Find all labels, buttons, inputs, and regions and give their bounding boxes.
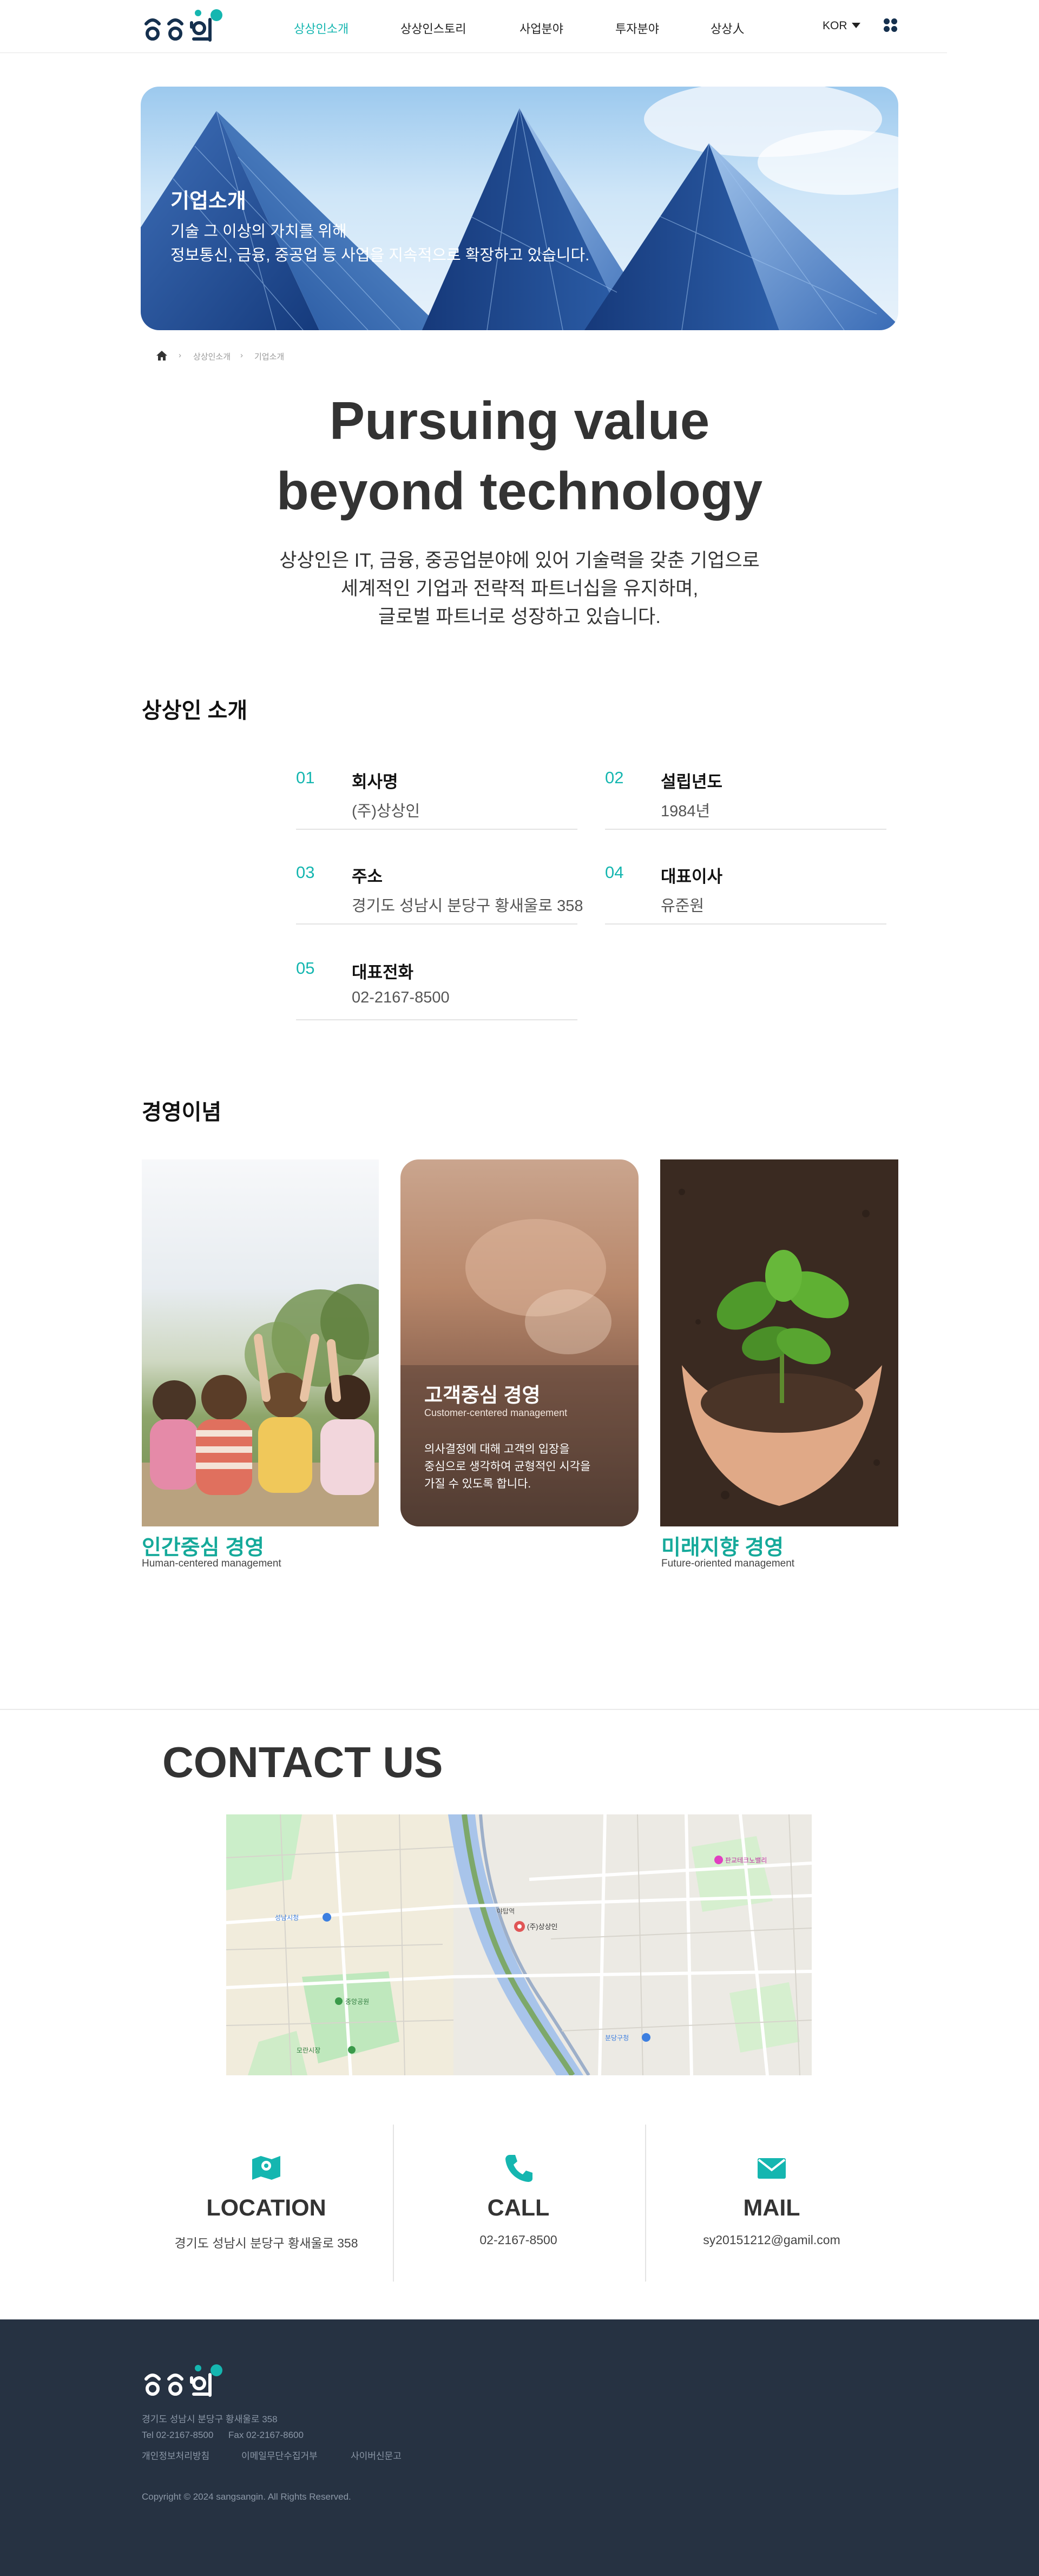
chevron-down-icon	[851, 23, 860, 28]
contact-location-title: LOCATION	[206, 2195, 326, 2221]
hero-subtitle: 기술 그 이상의 가치를 위해 정보통신, 금융, 중공업 등 사업을 지속적으…	[170, 220, 589, 267]
hero-subtitle-line2: 정보통신, 금융, 중공업 등 사업을 지속적으로 확장하고 있습니다.	[170, 247, 590, 264]
footer-tel: Tel 02-2167-8500	[142, 2430, 214, 2440]
home-icon[interactable]	[155, 350, 168, 362]
info-num: 05	[296, 959, 315, 978]
contact-mail-value: sy20151212@gamil.com	[703, 2233, 840, 2247]
info-num: 03	[296, 863, 315, 882]
info-value: 경기도 성남시 분당구 황새울로 358	[352, 897, 583, 915]
contact-call-title: CALL	[487, 2195, 550, 2221]
card-image-future	[660, 1159, 898, 1526]
contact-location: LOCATION 경기도 성남시 분당구 황새울로 358	[136, 2125, 396, 2282]
footer-logo[interactable]	[142, 2363, 223, 2397]
card-title-customer: 고객중심 경영	[424, 1384, 541, 1406]
info-label: 대표전화	[352, 963, 414, 982]
hero-title: 기업소개	[170, 190, 246, 213]
philosophy-section-title: 경영이념	[142, 1100, 222, 1124]
card-desc-line1: 의사결정에 대해 고객의 입장을	[424, 1443, 570, 1456]
map-icon	[252, 2156, 280, 2180]
info-num: 01	[296, 768, 315, 787]
intro-line3: 글로벌 파트너로 성장하고 있습니다.	[378, 606, 661, 627]
language-selector[interactable]: KOR	[823, 19, 860, 32]
contact-mail[interactable]: MAIL sy20151212@gamil.com	[642, 2125, 902, 2282]
section-divider	[0, 1709, 1039, 1710]
map-marker-label: (주)상상인	[527, 1923, 558, 1931]
card-subtitle-customer: Customer-centered management	[424, 1407, 568, 1418]
info-value: 1984년	[661, 803, 711, 820]
hero-banner: 기업소개 기술 그 이상의 가치를 위해 정보통신, 금융, 중공업 등 사업을…	[141, 87, 898, 330]
info-item-address: 03 주소 경기도 성남시 분당구 황새울로 358	[296, 843, 583, 925]
contact-call-value: 02-2167-8500	[479, 2233, 557, 2247]
map-label-station: 야탑역	[497, 1908, 515, 1915]
footer-link-email-policy[interactable]: 이메일무단수집거부	[241, 2448, 318, 2462]
info-label: 주소	[352, 867, 383, 886]
contact-location-value: 경기도 성남시 분당구 황새울로 358	[174, 2236, 358, 2250]
site-header: 상상인소개 상상인스토리 사업분야 투자분야 상상人 KOR	[0, 0, 947, 53]
map-label-gu-office: 분당구청	[605, 2034, 629, 2042]
nav-item-investment[interactable]: 투자분야	[615, 19, 659, 37]
breadcrumb-item-1[interactable]: 상상인소개	[193, 351, 231, 362]
map-label-market: 모란시장	[297, 2047, 321, 2054]
info-value: (주)상상인	[352, 803, 420, 820]
card-customer-active[interactable]: 고객중심 경영 Customer-centered management 의사결…	[400, 1159, 639, 1526]
contact-title: CONTACT US	[162, 1738, 443, 1786]
nav-item-story[interactable]: 상상인스토리	[400, 19, 466, 37]
headline-line1: Pursuing value	[329, 391, 710, 450]
info-item-ceo: 04 대표이사 유준원	[605, 843, 886, 925]
menu-grid-icon[interactable]	[884, 18, 898, 32]
card-image-human	[142, 1159, 379, 1526]
children-photo	[142, 1284, 379, 1526]
info-label: 설립년도	[661, 772, 723, 791]
card-subtitle-future: Future-oriented management	[661, 1558, 795, 1569]
card-desc-customer: 의사결정에 대해 고객의 입장을 중심으로 생각하여 균형적인 시각을 가질 수…	[424, 1441, 590, 1493]
footer-fax: Fax 02-2167-8600	[228, 2430, 304, 2440]
info-item-founded: 02 설립년도 1984년	[605, 749, 886, 830]
info-item-phone: 05 대표전화 02-2167-8500	[296, 939, 577, 1020]
info-num: 02	[605, 768, 624, 787]
info-value: 유준원	[661, 897, 705, 915]
map-label-city-hall: 성남시청	[275, 1914, 299, 1922]
footer-address: 경기도 성남시 분당구 황새울로 358	[142, 2414, 278, 2424]
footer-link-cyber-petition[interactable]: 사이버신문고	[351, 2448, 402, 2462]
footer-link-privacy[interactable]: 개인정보처리방침	[142, 2448, 209, 2462]
intro-line1: 상상인은 IT, 금융, 중공업분야에 있어 기술력을 갖춘 기업으로	[279, 550, 760, 571]
breadcrumb-separator-icon: ›	[179, 351, 181, 360]
intro-line2: 세계적인 기업과 전략적 파트너십을 유지하며,	[340, 578, 699, 599]
info-label: 대표이사	[661, 867, 723, 886]
info-num: 04	[605, 863, 624, 882]
nav-item-business[interactable]: 사업분야	[520, 19, 563, 37]
location-map[interactable]: (주)상상인 성남시청 판교테크노밸리 분당구청 중앙공원 모란시장 야탑역	[226, 1814, 812, 2075]
nav-item-about[interactable]: 상상인소개	[294, 19, 348, 37]
phone-icon	[505, 2155, 532, 2182]
nav-item-people[interactable]: 상상人	[711, 19, 744, 37]
breadcrumb-separator-icon: ›	[240, 351, 243, 360]
contact-mail-title: MAIL	[743, 2195, 800, 2221]
info-label: 회사명	[352, 772, 398, 791]
site-footer: 경기도 성남시 분당구 황새울로 358 Tel 02-2167-8500 Fa…	[0, 2319, 1039, 2576]
breadcrumb-item-2[interactable]: 기업소개	[254, 351, 284, 362]
about-section-title: 상상인 소개	[142, 699, 248, 723]
sprout-photo	[660, 1159, 898, 1526]
footer-copyright: Copyright © 2024 sangsangin. All Rights …	[142, 2492, 351, 2502]
card-title-human: 인간중심 경영	[142, 1536, 265, 1559]
card-subtitle-human: Human-centered management	[142, 1558, 281, 1569]
language-label: KOR	[823, 19, 847, 32]
contact-call[interactable]: CALL 02-2167-8500	[389, 2125, 648, 2282]
mail-icon	[758, 2158, 786, 2179]
map-label-park: 중앙공원	[345, 1998, 370, 2005]
hero-subtitle-line1: 기술 그 이상의 가치를 위해	[170, 223, 347, 240]
logo[interactable]	[142, 8, 223, 42]
map-canvas	[226, 1814, 812, 2075]
card-desc-line3: 가질 수 있도록 합니다.	[424, 1478, 531, 1490]
card-desc-line2: 중심으로 생각하여 균형적인 시각을	[424, 1460, 591, 1473]
info-item-company: 01 회사명 (주)상상인	[296, 749, 577, 830]
headline-line2: beyond technology	[276, 461, 763, 521]
map-label-techno-valley: 판교테크노밸리	[725, 1857, 767, 1864]
info-value: 02-2167-8500	[352, 989, 450, 1006]
card-title-future: 미래지향 경영	[661, 1536, 784, 1559]
hero-building-image	[141, 87, 898, 330]
